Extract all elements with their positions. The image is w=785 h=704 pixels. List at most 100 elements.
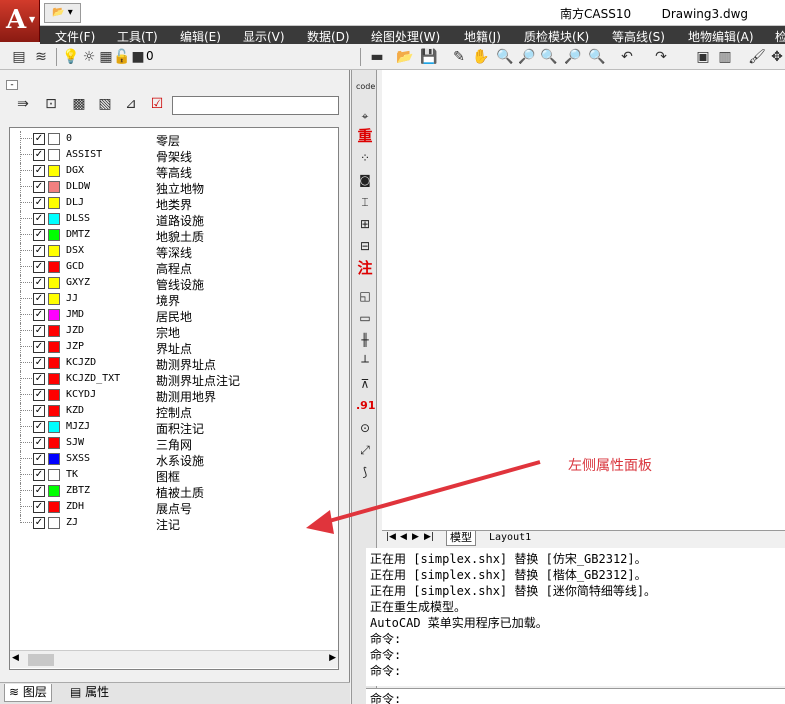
menu-edit[interactable]: 编辑(E) (180, 28, 221, 45)
layer-color-swatch[interactable] (48, 229, 60, 241)
layer-row[interactable]: ✓ GXYZ 管线设施 (10, 275, 338, 292)
horizontal-scrollbar[interactable]: ◀ ▶ (10, 650, 338, 668)
layer-color-swatch[interactable] (48, 197, 60, 209)
app-menu-button[interactable]: A ▼ (0, 0, 40, 42)
layer-color-swatch[interactable] (48, 389, 60, 401)
layer-visible-checkbox[interactable]: ✓ (33, 389, 45, 401)
rectangle-icon[interactable]: ▭ (356, 308, 374, 328)
move-icon[interactable]: ✥ (768, 48, 785, 66)
layer-states-icon[interactable]: ≋ (32, 48, 50, 66)
code-tool[interactable]: code (356, 82, 375, 102)
menu-more[interactable]: 检 (775, 28, 785, 45)
scroll-right-icon[interactable]: ▶ (329, 653, 336, 663)
layer-manager-icon[interactable]: ▤ (10, 48, 28, 66)
set-current-layer-icon[interactable]: ⇛ (14, 95, 32, 113)
layer-color-swatch[interactable] (48, 341, 60, 353)
layer-row[interactable]: ✓ DGX 等高线 (10, 163, 338, 180)
layer-row[interactable]: ✓ ZBTZ 植被土质 (10, 483, 338, 500)
layer-color-swatch[interactable] (48, 165, 60, 177)
redo-icon[interactable]: ↷ (652, 48, 670, 66)
tab-layers[interactable]: ≋ 图层 (4, 684, 52, 702)
layer-color-swatch[interactable] (48, 261, 60, 273)
layer-color-swatch[interactable] (48, 293, 60, 305)
layer-row[interactable]: ✓ KCYDJ 勘测用地界 (10, 387, 338, 404)
zoom-window-icon[interactable]: 🔎 (518, 48, 536, 66)
layer-row[interactable]: ✓ SXSS 水系设施 (10, 451, 338, 468)
layer-visible-checkbox[interactable]: ✓ (33, 229, 45, 241)
camera-icon[interactable]: ◙ (356, 170, 374, 190)
layer-color-swatch[interactable] (48, 469, 60, 481)
menu-view[interactable]: 显示(V) (243, 28, 285, 45)
layer-row[interactable]: ✓ ASSIST 骨架线 (10, 147, 338, 164)
check-all-icon[interactable]: ☑ (148, 95, 166, 113)
layer-color-swatch[interactable] (48, 517, 60, 529)
layer-row[interactable]: ✓ 0 零层 (10, 131, 338, 148)
first-tab-icon[interactable]: |◀ (386, 532, 396, 542)
layer-visible-checkbox[interactable]: ✓ (33, 405, 45, 417)
layer-tools-icon[interactable]: ⊿ (122, 95, 140, 113)
layer-row[interactable]: ✓ JZP 界址点 (10, 339, 338, 356)
layer-color-swatch[interactable] (48, 133, 60, 145)
zoom-extents-icon[interactable]: 🔍 (540, 48, 558, 66)
heavy-tool[interactable]: 重 (356, 126, 374, 146)
open-icon[interactable]: 📂 (396, 48, 414, 66)
pencil-icon[interactable]: ✎ (450, 48, 468, 66)
layer-color-swatch[interactable] (48, 309, 60, 321)
tab-layout1[interactable]: Layout1 (486, 531, 534, 546)
command-input[interactable]: 命令: (366, 688, 785, 704)
elevation-tool[interactable]: .91 (356, 396, 376, 416)
menu-tools[interactable]: 工具(T) (117, 28, 158, 45)
layer-color-swatch[interactable] (48, 213, 60, 225)
layer-visible-checkbox[interactable]: ✓ (33, 133, 45, 145)
layer-visible-checkbox[interactable]: ✓ (33, 517, 45, 529)
fence-icon[interactable]: ╫ (356, 330, 374, 350)
layer-visible-checkbox[interactable]: ✓ (33, 261, 45, 273)
layer-visible-checkbox[interactable]: ✓ (33, 501, 45, 513)
tag-icon[interactable]: ⌖ (356, 106, 374, 126)
layer-visible-checkbox[interactable]: ✓ (33, 181, 45, 193)
circle-icon[interactable]: ⊙ (356, 418, 374, 438)
next-tab-icon[interactable]: ▶ (412, 532, 419, 542)
layer-row[interactable]: ✓ JMD 居民地 (10, 307, 338, 324)
layer-visible-checkbox[interactable]: ✓ (33, 165, 45, 177)
layer-row[interactable]: ✓ JZD 宗地 (10, 323, 338, 340)
zoom-realtime-icon[interactable]: 🔍 (588, 48, 606, 66)
menu-drawing-process[interactable]: 绘图处理(W) (371, 28, 440, 45)
layer-row[interactable]: ✓ DLSS 道路设施 (10, 211, 338, 228)
last-tab-icon[interactable]: ▶| (424, 532, 434, 542)
layer-visible-checkbox[interactable]: ✓ (33, 357, 45, 369)
layer-visible-checkbox[interactable]: ✓ (33, 341, 45, 353)
layer-visible-checkbox[interactable]: ✓ (33, 293, 45, 305)
layer-row[interactable]: ✓ KCJZD_TXT 勘测界址点注记 (10, 371, 338, 388)
menu-cadastre[interactable]: 地籍(J) (464, 28, 501, 45)
layer-row[interactable]: ✓ DMTZ 地貌土质 (10, 227, 338, 244)
scroll-left-icon[interactable]: ◀ (12, 653, 19, 663)
sun-icon[interactable]: ☼ (80, 48, 98, 66)
layer-row[interactable]: ✓ SJW 三角网 (10, 435, 338, 452)
layer-color-swatch[interactable] (48, 485, 60, 497)
layer-color-swatch[interactable] (48, 325, 60, 337)
menu-qc-module[interactable]: 质检模块(K) (524, 28, 589, 45)
menu-feature-edit[interactable]: 地物编辑(A) (688, 28, 754, 45)
prev-tab-icon[interactable]: ◀ (400, 532, 407, 542)
zoom-previous-icon[interactable]: 🔎 (564, 48, 582, 66)
quick-access-open-button[interactable]: 📂 ▾ (44, 3, 81, 23)
stairs-icon[interactable]: ┴ (356, 352, 374, 372)
layer-visible-checkbox[interactable]: ✓ (33, 453, 45, 465)
layer-row[interactable]: ✓ ZDH 展点号 (10, 499, 338, 516)
line-icon[interactable]: ⤢ (356, 440, 374, 460)
menu-data[interactable]: 数据(D) (307, 28, 350, 45)
layer-row[interactable]: ✓ KZD 控制点 (10, 403, 338, 420)
layer-row[interactable]: ✓ MJZJ 面积注记 (10, 419, 338, 436)
layer-color-swatch[interactable] (48, 405, 60, 417)
tab-properties[interactable]: ▤ 属性 (66, 684, 113, 702)
layer-row[interactable]: ✓ JJ 境界 (10, 291, 338, 308)
layer-visible-checkbox[interactable]: ✓ (33, 325, 45, 337)
layer-visible-checkbox[interactable]: ✓ (33, 469, 45, 481)
layer-filter-input[interactable] (172, 96, 339, 115)
design-center-icon[interactable]: ▥ (716, 48, 734, 66)
layer-color-swatch[interactable] (48, 245, 60, 257)
curve-icon[interactable]: ⟆ (356, 462, 374, 482)
layer-visible-checkbox[interactable]: ✓ (33, 213, 45, 225)
layer-visible-checkbox[interactable]: ✓ (33, 421, 45, 433)
